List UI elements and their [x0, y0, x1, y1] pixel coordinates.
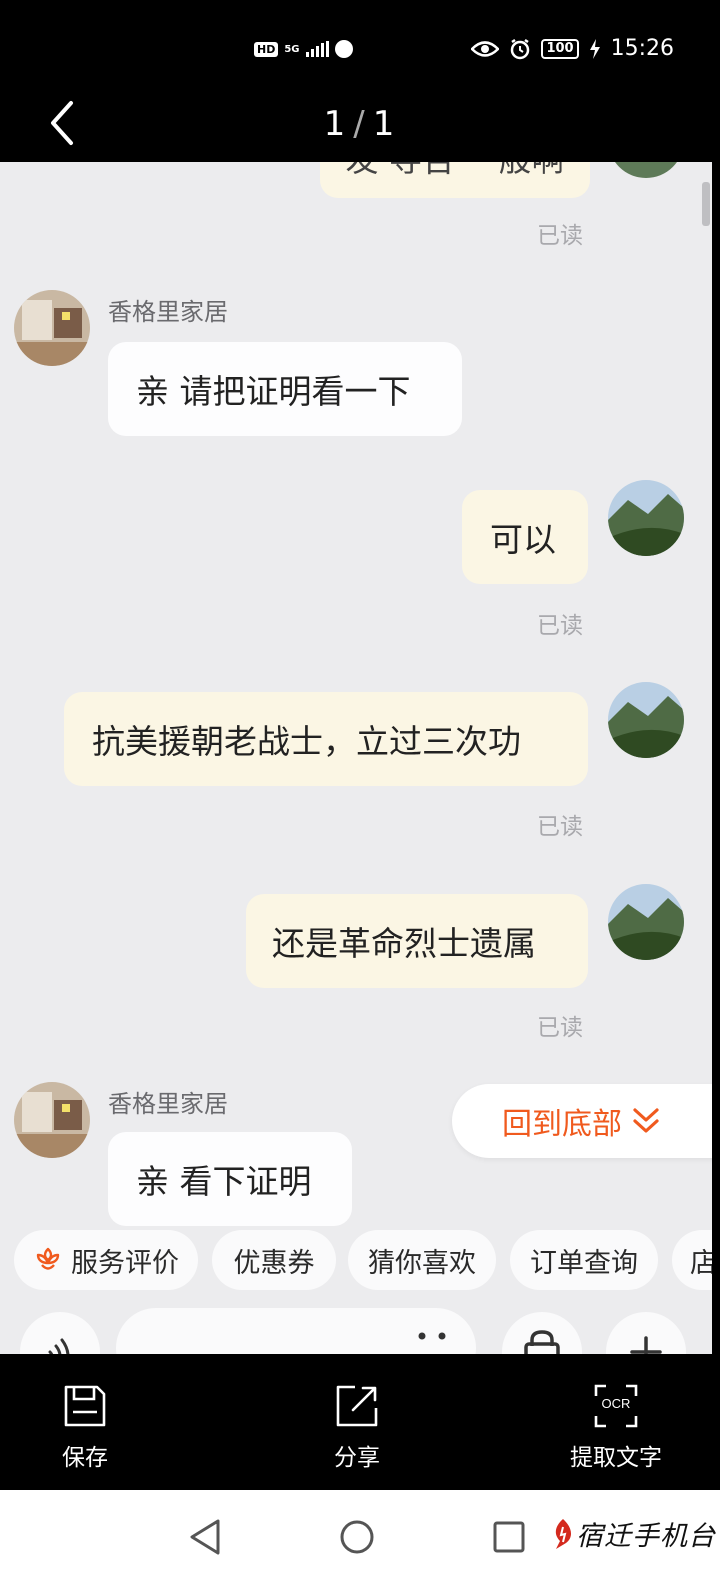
alarm-icon [511, 38, 530, 59]
voice-icon [48, 1338, 70, 1354]
quick-actions: 服务评价 优惠券 猜你喜欢 订单查询 店 [0, 1212, 712, 1302]
ocr-icon: OCR [594, 1384, 638, 1428]
quick-action-shop[interactable]: 店 [672, 1230, 712, 1290]
scrollbar[interactable] [702, 182, 710, 226]
flower-icon [36, 1247, 60, 1270]
quick-action-order-query[interactable]: 订单查询 [510, 1230, 658, 1290]
more-button[interactable] [606, 1312, 686, 1354]
user-avatar-image [608, 682, 684, 758]
circle-home-icon [340, 1520, 374, 1554]
back-to-bottom-button[interactable]: 回到底部 [452, 1084, 712, 1158]
message-bubble[interactable]: 亲 请把证明看一下 [108, 342, 462, 436]
charging-icon [589, 38, 600, 59]
share-icon [336, 1385, 378, 1427]
quick-action-recommend[interactable]: 猜你喜欢 [348, 1230, 496, 1290]
back-to-bottom-label: 回到底部 [502, 1107, 622, 1142]
quick-action-service-rating[interactable]: 服务评价 [14, 1230, 198, 1290]
share-button[interactable]: 分享 [334, 1384, 380, 1472]
square-recents-icon [493, 1521, 525, 1553]
screenshot-image[interactable]: 发 导告 一般啊 已读 香格里家居 亲 请把证明看一下 可以 已读 抗美援朝老战… [0, 162, 712, 1354]
user-avatar[interactable] [608, 682, 684, 758]
nav-home-button[interactable] [332, 1512, 382, 1562]
quick-action-label: 猜你喜欢 [368, 1247, 476, 1279]
eye-icon [471, 40, 500, 57]
shop-avatar[interactable] [14, 1082, 90, 1158]
status-bar-left: HD 5G [254, 40, 353, 58]
quick-action-coupon[interactable]: 优惠券 [212, 1230, 336, 1290]
quick-action-label: 店 [690, 1247, 712, 1279]
user-avatar[interactable] [608, 162, 684, 178]
save-icon [64, 1385, 106, 1427]
status-bar: HD 5G 100 15:26 [0, 0, 720, 84]
watermark-text: 宿迁手机台 [576, 1521, 716, 1552]
message-text: 抗美援朝老战士，立过三次功 [92, 722, 521, 761]
input-row [0, 1302, 712, 1354]
message-text: 亲 看下证明 [136, 1162, 312, 1201]
message-text: 还是革命烈士遗属 [272, 924, 536, 963]
system-navigation-bar: 宿迁手机台 [0, 1490, 720, 1584]
voice-assistant-icon [334, 40, 353, 58]
shop-avatar-image [14, 1082, 90, 1158]
quick-action-label: 服务评价 [71, 1247, 179, 1279]
emoji-icon[interactable] [410, 1324, 454, 1354]
ocr-icon-text: OCR [601, 1396, 631, 1411]
shop-avatar[interactable] [14, 290, 90, 366]
user-avatar-image [608, 480, 684, 556]
status-bar-right: 100 15:26 [471, 36, 674, 61]
sender-name: 香格里家居 [108, 298, 228, 326]
content-edge [712, 162, 720, 1354]
read-receipt: 已读 [537, 223, 583, 249]
read-receipt: 已读 [537, 613, 583, 639]
page-separator: / [353, 104, 367, 144]
save-label: 保存 [62, 1445, 108, 1471]
signal-icon [305, 41, 329, 57]
message-text: 可以 [490, 520, 556, 559]
sender-name: 香格里家居 [108, 1090, 228, 1118]
current-page: 1 [323, 104, 348, 144]
watermark-logo-icon [555, 1518, 572, 1549]
message-bubble[interactable]: 抗美援朝老战士，立过三次功 [64, 692, 588, 786]
triangle-back-icon [190, 1519, 220, 1555]
extract-text-label: 提取文字 [570, 1445, 662, 1471]
message-text: 亲 请把证明看一下 [136, 372, 411, 411]
viewer-title-bar: 1/1 [0, 84, 720, 162]
extract-text-button[interactable]: OCR 提取文字 [570, 1384, 662, 1472]
user-avatar[interactable] [608, 480, 684, 556]
partial-message-bubble: 发 导告 一般啊 [320, 162, 590, 198]
double-chevron-down-icon [633, 1108, 659, 1133]
message-bubble[interactable]: 可以 [462, 490, 588, 584]
share-label: 分享 [334, 1445, 380, 1471]
battery-indicator: 100 [541, 38, 579, 59]
plus-icon [630, 1336, 662, 1354]
quick-action-label: 订单查询 [530, 1247, 638, 1279]
message-text: 发 导告 一般啊 [346, 162, 565, 181]
save-button[interactable]: 保存 [62, 1384, 108, 1472]
voice-input-button[interactable] [20, 1312, 100, 1354]
total-pages: 1 [372, 104, 397, 144]
network-type: 5G [284, 43, 300, 55]
page-indicator: 1/1 [0, 104, 720, 144]
nav-recents-button[interactable] [484, 1512, 534, 1562]
user-avatar[interactable] [608, 884, 684, 960]
read-receipt: 已读 [537, 1015, 583, 1041]
shop-avatar-image [14, 290, 90, 366]
watermark: 宿迁手机台 [550, 1514, 716, 1553]
quick-action-label: 优惠券 [233, 1247, 315, 1279]
shopping-bag-button[interactable] [502, 1312, 582, 1354]
user-avatar-image [608, 884, 684, 960]
nav-back-button[interactable] [180, 1512, 230, 1562]
message-bubble[interactable]: 还是革命烈士遗属 [246, 894, 588, 988]
hd-badge: HD [254, 41, 279, 57]
viewer-action-bar: 保存 分享 OCR 提取文字 [0, 1354, 720, 1490]
clock: 15:26 [610, 36, 674, 61]
read-receipt: 已读 [537, 814, 583, 840]
bag-icon [524, 1330, 560, 1354]
